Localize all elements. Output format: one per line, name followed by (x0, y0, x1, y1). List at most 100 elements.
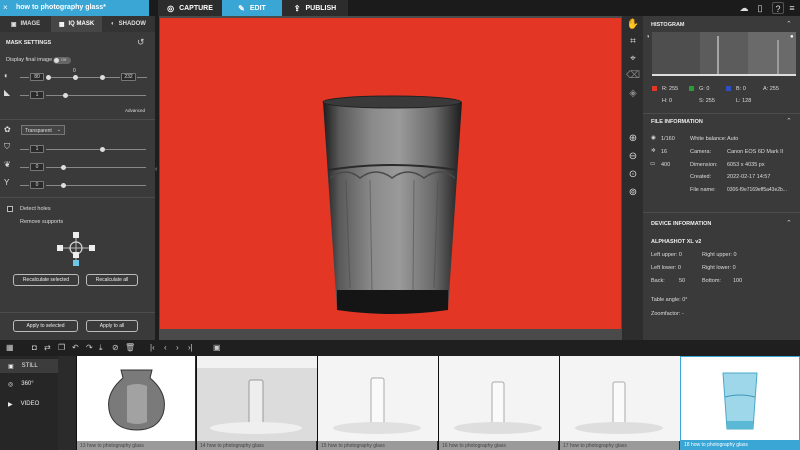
advanced-link[interactable]: Advanced (125, 108, 145, 113)
divider (0, 197, 155, 198)
support-left[interactable] (57, 245, 63, 251)
zoom-fit-icon[interactable]: ⊙ (626, 168, 640, 182)
divider (643, 212, 800, 213)
recalculate-selected-button[interactable]: Recalculate selected (13, 274, 79, 286)
supports-diagram (57, 232, 95, 266)
val1-left-track (20, 149, 29, 150)
eraser-icon[interactable]: ⌫ (626, 69, 640, 83)
recalculate-all-button[interactable]: Recalculate all (86, 274, 138, 286)
val2-knob[interactable] (61, 165, 66, 170)
trash-icon[interactable]: 🗑 (125, 343, 135, 352)
thumbnail[interactable]: 15 how to photography glass (317, 356, 438, 450)
tolerance-high-knob[interactable] (100, 75, 105, 80)
val1-knob[interactable] (100, 147, 105, 152)
support-right[interactable] (89, 245, 95, 251)
tag-icon[interactable]: ⊘ (112, 343, 119, 352)
apply-to-selected-button[interactable]: Apply to selected (13, 320, 78, 332)
support-back[interactable] (73, 260, 79, 266)
table-angle: Table angle: 0° (651, 297, 688, 303)
tolerance-mid-knob[interactable] (73, 75, 78, 80)
fill-icon[interactable]: ◈ (626, 87, 640, 101)
rotate-left-icon[interactable]: ↶ (72, 343, 79, 352)
support-bottom[interactable] (73, 252, 79, 258)
detect-holes-checkbox[interactable] (7, 206, 13, 212)
thumbnail-caption: 16 how to photography glass (439, 441, 558, 450)
feather-left-track (20, 95, 29, 96)
chevron-down-icon: ⌄ (56, 127, 61, 133)
feather-input[interactable]: 1 (30, 91, 44, 99)
tolerance-high-input[interactable]: 232 (121, 73, 136, 81)
apply-to-all-button[interactable]: Apply to all (86, 320, 138, 332)
shutter-value: 1/160 (661, 136, 675, 142)
reset-icon[interactable]: ↺ (137, 37, 145, 48)
first-icon[interactable]: |‹ (150, 343, 155, 352)
tab-shadow[interactable]: ◐ SHADOW (102, 16, 155, 32)
nav-360[interactable]: ◎ 360° (0, 377, 58, 391)
tab-image[interactable]: ▣ IMAGE (0, 16, 51, 32)
vase-image (108, 369, 165, 431)
val1-input[interactable]: 1 (30, 145, 44, 153)
camera-icon[interactable]: ◘ (32, 343, 37, 352)
bottle-image (439, 356, 559, 441)
mode-publish[interactable]: ⇪ PUBLISH (282, 0, 348, 16)
zoom-in-icon[interactable]: ⊕ (626, 132, 640, 146)
product-photo[interactable] (160, 18, 621, 329)
left-upper: Left upper: 0 (651, 252, 682, 258)
tolerance-low-knob[interactable] (46, 75, 51, 80)
thumbnail-selected[interactable]: 18 how to photography glass (680, 356, 800, 450)
chevron-up-icon[interactable]: ⌃ (786, 219, 792, 227)
device-info-header: DEVICE INFORMATION (651, 221, 712, 227)
mode-edit[interactable]: ✎ EDIT (222, 0, 282, 16)
last-icon[interactable]: ›| (188, 343, 193, 352)
hand-icon[interactable]: ✋ (626, 18, 640, 32)
support-top[interactable] (73, 232, 79, 238)
display-final-toggle[interactable]: Off (53, 57, 71, 64)
zoom-out-icon[interactable]: ⊖ (626, 150, 640, 164)
filmstrip-toolbar (0, 340, 800, 356)
zoom-actual-icon[interactable]: ⊚ (626, 186, 640, 200)
shadow-clip-icon[interactable]: ◑ (646, 34, 650, 40)
tag-icon[interactable]: ⌖ (626, 52, 640, 66)
display-final-label: Display final image (6, 57, 53, 63)
mask-icon: ▦ (58, 21, 65, 28)
iso-icon: ▭ (650, 161, 656, 167)
help-icon[interactable]: ? (772, 2, 784, 14)
tolerance-low-input[interactable]: 80 (30, 73, 44, 81)
nav-still[interactable]: ▣ STILL (0, 359, 58, 373)
collapse-left-icon[interactable]: ‹ (155, 166, 157, 173)
rotate-right-icon[interactable]: ↷ (86, 343, 93, 352)
thumbnail[interactable]: 16 how to photography glass (438, 356, 559, 450)
menu-icon[interactable]: ≡ (786, 2, 798, 14)
shadow-icon: ◐ (111, 21, 115, 27)
tab-iq-mask[interactable]: ▦ IQ MASK (51, 16, 102, 32)
thumbnail[interactable]: 14 how to photography glass (196, 356, 317, 450)
left-lower: Left lower: 0 (651, 265, 681, 271)
highlight-clip-icon[interactable]: ● (790, 34, 794, 40)
mode-capture[interactable]: ◎ CAPTURE (158, 0, 222, 16)
chevron-up-icon[interactable]: ⌃ (786, 20, 792, 28)
prev-icon[interactable]: ‹ (164, 343, 167, 352)
val2-input[interactable]: 0 (30, 163, 44, 171)
crop-icon[interactable]: ⌗ (626, 35, 640, 49)
chevron-up-icon[interactable]: ⌃ (786, 117, 792, 125)
close-document-icon[interactable]: × (3, 3, 8, 12)
thumbnail[interactable]: 13 how to photography glass (76, 356, 195, 450)
val3-input[interactable]: 0 (30, 181, 44, 189)
grid-view-icon[interactable]: ▦ (6, 343, 14, 352)
created-label: Created: (690, 174, 712, 180)
filename-value: 0306-f9e7169eff5a43e2b... (727, 187, 787, 193)
book-icon[interactable]: ▯ (754, 2, 766, 14)
nav-video[interactable]: ▶ VIDEO (0, 397, 58, 411)
background-select[interactable]: Transparent ⌄ (21, 125, 65, 135)
document-tab[interactable]: how to photography glass* (0, 0, 149, 16)
copy-icon[interactable]: ❐ (58, 343, 65, 352)
save-icon[interactable]: ▣ (213, 343, 221, 352)
thumbnail[interactable]: 17 how to photography glass (559, 356, 680, 450)
transfer-icon[interactable]: ⇄ (44, 343, 51, 352)
contrast-icon: ◐ (4, 71, 9, 80)
val3-knob[interactable] (61, 183, 66, 188)
export-icon[interactable]: ⤓ (99, 343, 103, 353)
cloud-icon[interactable]: ☁ (738, 2, 750, 14)
feather-knob[interactable] (63, 93, 68, 98)
next-icon[interactable]: › (176, 343, 179, 352)
